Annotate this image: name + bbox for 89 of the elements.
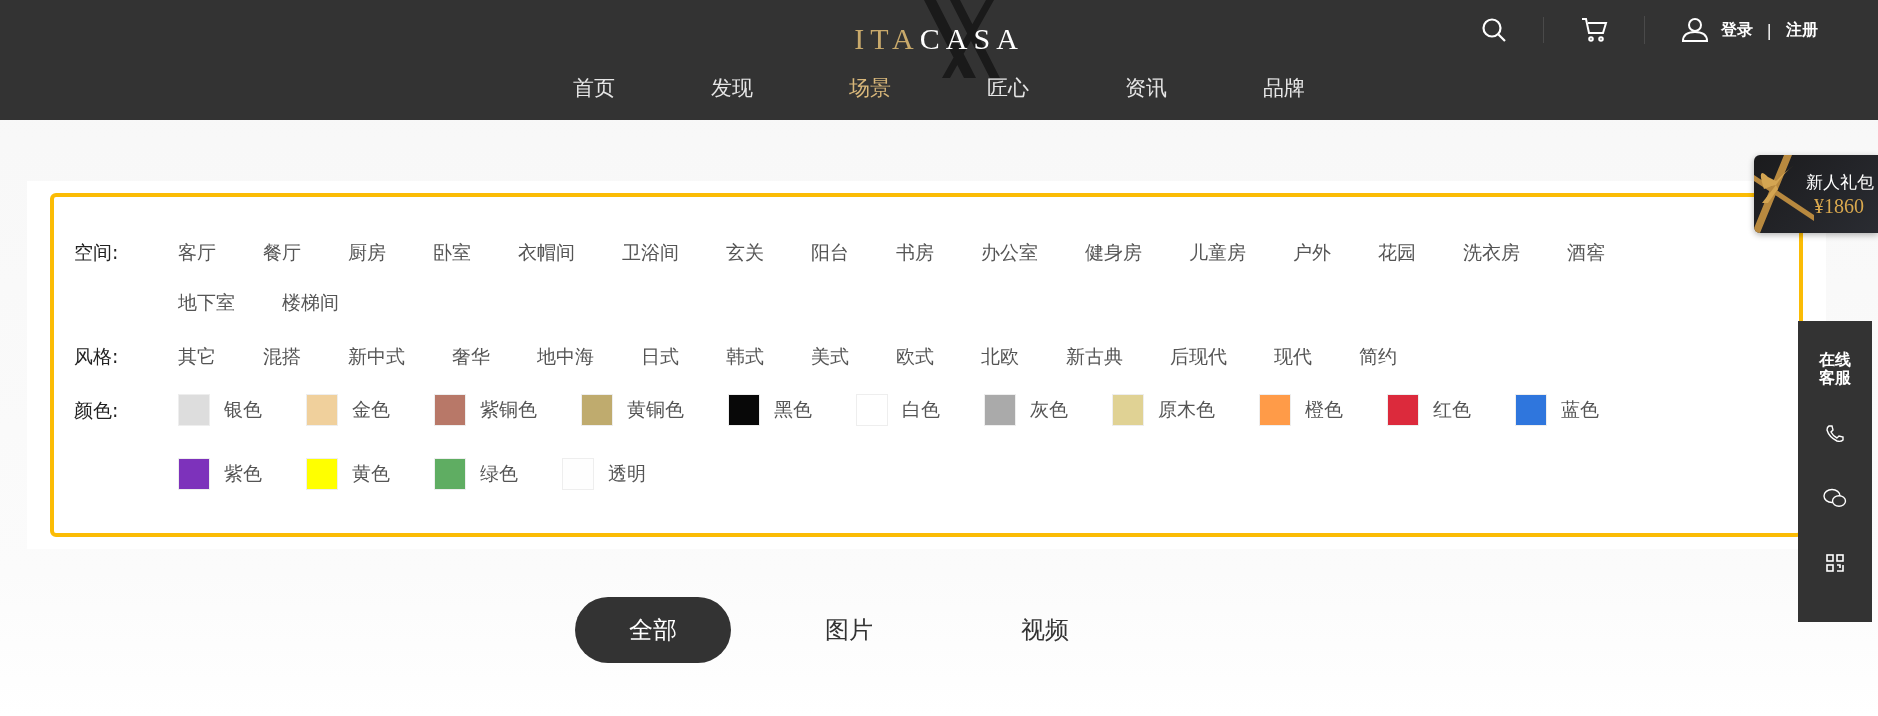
filter-option[interactable]: 户外 — [1293, 227, 1331, 277]
filter-label: 空间: — [74, 240, 120, 265]
nav-link[interactable]: 发现 — [711, 74, 753, 102]
nav-link[interactable]: 首页 — [573, 74, 615, 102]
gift-amount: ¥1860 — [1814, 195, 1864, 218]
color-option[interactable]: 灰色 — [1030, 397, 1068, 423]
content-tab[interactable]: 图片 — [771, 597, 927, 663]
content-tab[interactable]: 全部 — [575, 597, 731, 663]
color-swatch[interactable] — [306, 458, 338, 490]
color-swatch[interactable] — [306, 394, 338, 426]
color-option[interactable]: 紫铜色 — [480, 397, 537, 423]
filter-option[interactable]: 地中海 — [537, 331, 594, 381]
color-option[interactable]: 透明 — [608, 461, 646, 487]
nav-link[interactable]: 品牌 — [1263, 74, 1305, 102]
color-option[interactable]: 橙色 — [1305, 397, 1343, 423]
nav-link[interactable]: 匠心 — [987, 74, 1029, 102]
filter-option[interactable]: 花园 — [1378, 227, 1416, 277]
filter-option[interactable]: 北欧 — [981, 331, 1019, 381]
content-tab[interactable]: 视频 — [967, 597, 1123, 663]
gift-title: 新人礼包 — [1806, 172, 1874, 194]
phone-icon — [1825, 423, 1845, 444]
nav-link[interactable]: 资讯 — [1125, 74, 1167, 102]
filter-option[interactable]: 现代 — [1274, 331, 1312, 381]
gift-banner[interactable]: 新人礼包 ¥1860 — [1754, 155, 1878, 233]
filter-option[interactable]: 奢华 — [452, 331, 490, 381]
user-icon[interactable] — [1680, 17, 1709, 43]
color-option[interactable]: 银色 — [224, 397, 262, 423]
filter-option[interactable]: 酒窖 — [1567, 227, 1605, 277]
color-option[interactable]: 蓝色 — [1561, 397, 1599, 423]
filter-option[interactable]: 简约 — [1359, 331, 1397, 381]
color-swatch[interactable] — [1259, 394, 1291, 426]
online-service-link[interactable]: 在线客服 — [1819, 351, 1851, 388]
filter-option[interactable]: 厨房 — [348, 227, 386, 277]
filter-option[interactable]: 卧室 — [433, 227, 471, 277]
search-icon — [1480, 17, 1507, 43]
filter-option[interactable]: 健身房 — [1085, 227, 1142, 277]
color-swatch[interactable] — [1387, 394, 1419, 426]
filter-option[interactable]: 后现代 — [1170, 331, 1227, 381]
filter-option[interactable]: 楼梯间 — [282, 277, 339, 327]
filter-label: 颜色: — [74, 398, 120, 423]
color-swatch[interactable] — [581, 394, 613, 426]
color-option[interactable]: 紫色 — [224, 461, 262, 487]
filter-option[interactable]: 日式 — [641, 331, 679, 381]
color-option[interactable]: 绿色 — [480, 461, 518, 487]
filter-option[interactable]: 卫浴间 — [622, 227, 679, 277]
color-option[interactable]: 金色 — [352, 397, 390, 423]
filter-option[interactable]: 衣帽间 — [518, 227, 575, 277]
filter-option[interactable]: 玄关 — [726, 227, 764, 277]
wechat-button[interactable] — [1823, 487, 1847, 508]
filter-option[interactable]: 新古典 — [1066, 331, 1123, 381]
chat-bubbles-icon — [1823, 487, 1847, 508]
logo-text[interactable]: ITA CASA — [854, 22, 1024, 56]
color-option[interactable]: 红色 — [1433, 397, 1471, 423]
filter-option[interactable]: 客厅 — [178, 227, 216, 277]
color-option[interactable]: 黄色 — [352, 461, 390, 487]
filter-option[interactable]: 书房 — [896, 227, 934, 277]
color-swatch[interactable] — [178, 458, 210, 490]
filter-option[interactable]: 混搭 — [263, 331, 301, 381]
color-option[interactable]: 黄铜色 — [627, 397, 684, 423]
filter-option[interactable]: 洗衣房 — [1463, 227, 1520, 277]
color-swatch[interactable] — [1515, 394, 1547, 426]
filter-label: 风格: — [74, 344, 120, 369]
filter-option[interactable]: 地下室 — [178, 277, 235, 327]
color-swatch[interactable] — [728, 394, 760, 426]
color-swatch[interactable] — [1112, 394, 1144, 426]
filter-option[interactable]: 美式 — [811, 331, 849, 381]
filter-option[interactable]: 韩式 — [726, 331, 764, 381]
phone-button[interactable] — [1825, 423, 1845, 444]
filter-option[interactable]: 欧式 — [896, 331, 934, 381]
color-option[interactable]: 原木色 — [1158, 397, 1215, 423]
cart-icon — [1579, 16, 1608, 44]
filter-option[interactable]: 餐厅 — [263, 227, 301, 277]
filter-option[interactable]: 办公室 — [981, 227, 1038, 277]
filter-option[interactable]: 儿童房 — [1189, 227, 1246, 277]
color-option[interactable]: 黑色 — [774, 397, 812, 423]
color-swatch[interactable] — [434, 458, 466, 490]
qr-code-button[interactable] — [1826, 553, 1844, 572]
color-swatch[interactable] — [178, 394, 210, 426]
filter-option[interactable]: 新中式 — [348, 331, 405, 381]
separator-text: | — [1766, 20, 1772, 40]
login-link[interactable]: 登录 — [1720, 19, 1753, 41]
qr-code-icon — [1826, 553, 1844, 572]
color-swatch[interactable] — [434, 394, 466, 426]
register-link[interactable]: 注册 — [1786, 19, 1818, 41]
filter-option[interactable]: 阳台 — [811, 227, 849, 277]
color-swatch[interactable] — [984, 394, 1016, 426]
nav-link[interactable]: 场景 — [849, 74, 891, 102]
color-option[interactable]: 白色 — [902, 397, 940, 423]
filter-option[interactable]: 其它 — [178, 331, 216, 381]
